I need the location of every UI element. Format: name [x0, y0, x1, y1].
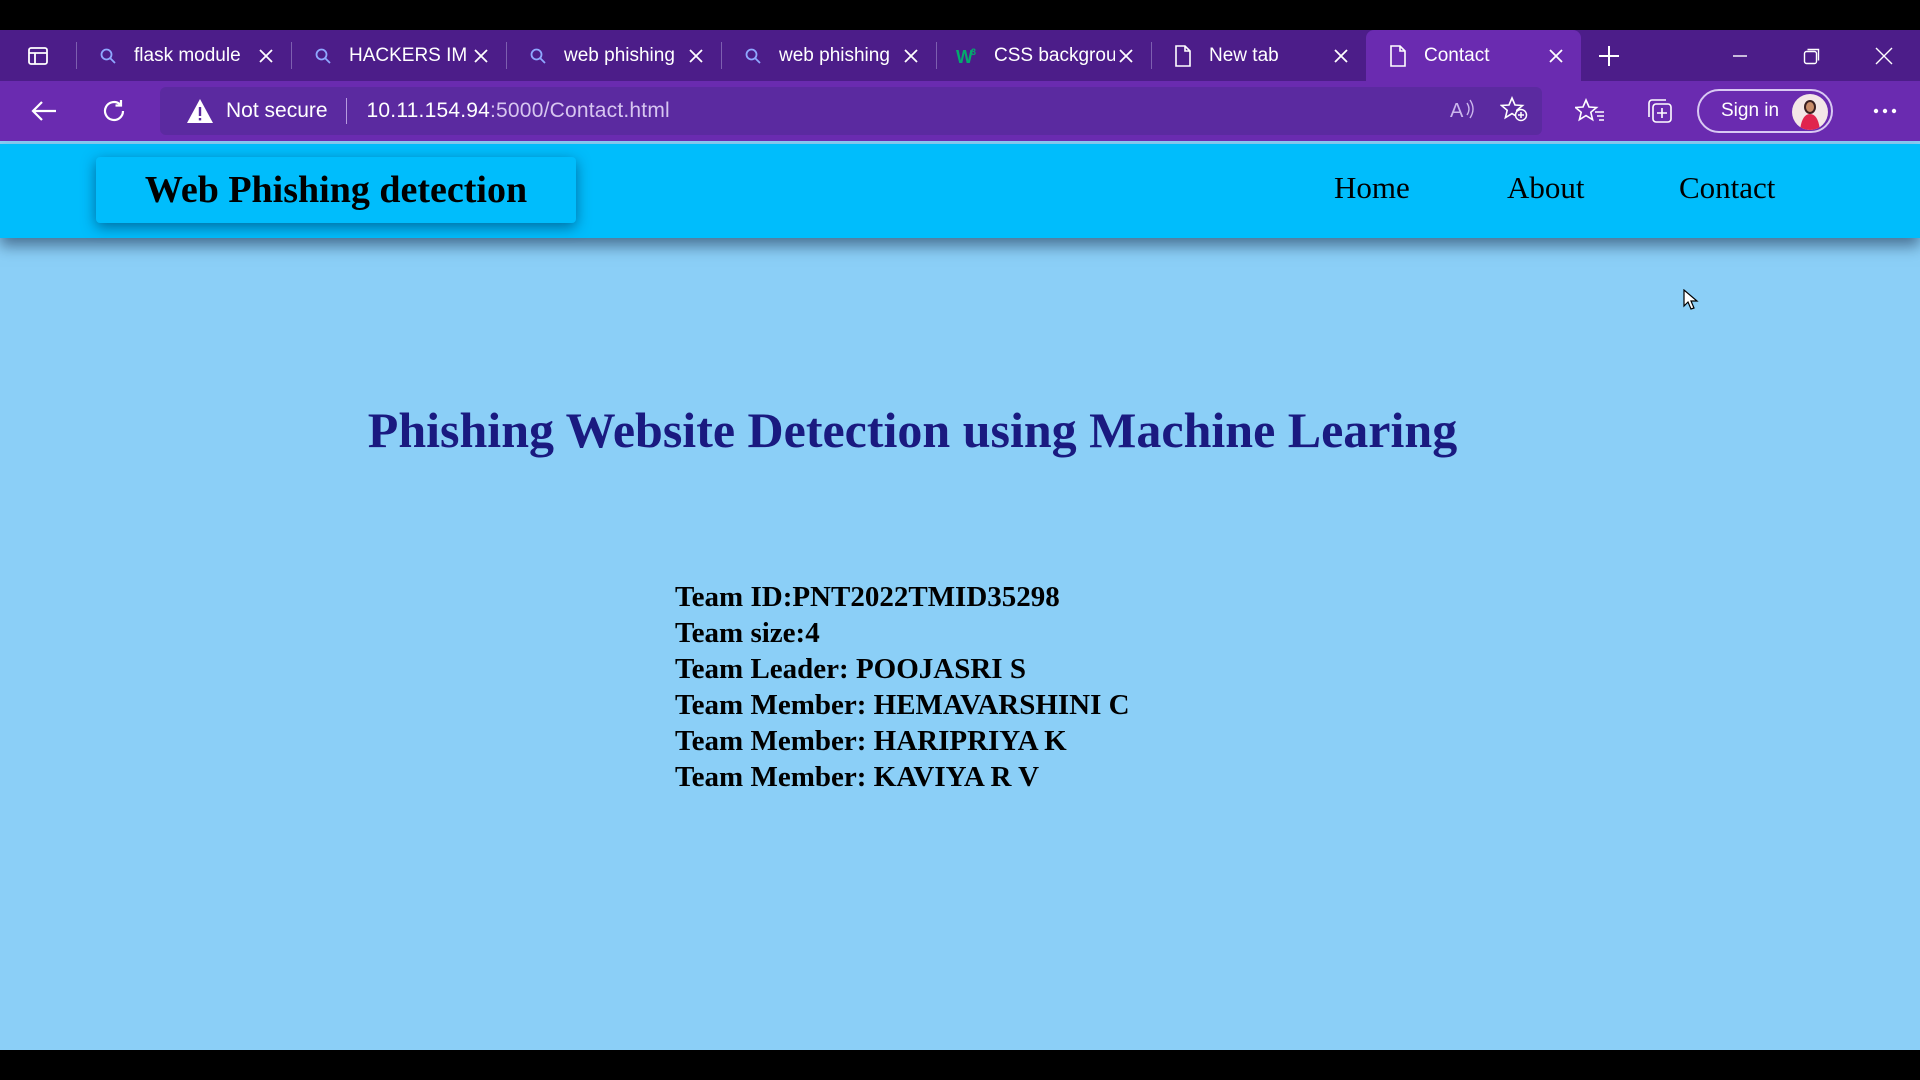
team-member: Team Member: HEMAVARSHINI C [675, 689, 1130, 721]
tab-title: web phishing [564, 44, 675, 66]
add-favorite-icon[interactable] [1499, 95, 1528, 127]
plus-icon [1599, 45, 1619, 66]
tab-contact[interactable]: Contact [1366, 30, 1581, 81]
collections-button[interactable] [1625, 81, 1695, 141]
url-path[interactable]: :5000/Contact.html [490, 99, 670, 123]
collections-icon [1648, 99, 1672, 123]
tab-new-tab[interactable]: New tab [1151, 30, 1366, 81]
tab-web-phishing-2[interactable]: web phishing [721, 30, 936, 81]
team-member: Team Member: HARIPRIYA K [675, 725, 1067, 757]
page-icon [1171, 44, 1195, 68]
team-leader: Team Leader: POOJASRI S [675, 653, 1026, 685]
nav-home-link[interactable]: Home [1334, 170, 1410, 206]
page-title: Phishing Website Detection using Machine… [367, 402, 1458, 458]
tab-title: Contact [1424, 44, 1490, 66]
tab-title: web phishing [779, 44, 890, 66]
new-tab-button[interactable] [1581, 30, 1637, 81]
tab-title: New tab [1209, 44, 1279, 66]
tab-strip: flask module HACKERS IM web phishing web… [0, 30, 1920, 81]
search-icon [311, 44, 335, 68]
close-icon [1875, 47, 1893, 64]
tab-actions-icon [28, 46, 48, 65]
close-tab-icon[interactable] [1330, 45, 1352, 67]
tab-title: flask module [134, 44, 241, 66]
close-tab-icon[interactable] [255, 45, 277, 67]
nav-about-link[interactable]: About [1507, 170, 1585, 206]
minimize-icon [1733, 54, 1747, 57]
close-tab-icon[interactable] [1545, 45, 1567, 67]
tab-actions-button[interactable] [0, 30, 76, 81]
warning-icon[interactable] [186, 97, 214, 125]
favorites-button[interactable] [1555, 81, 1625, 141]
nav-contact-link[interactable]: Contact [1679, 170, 1775, 206]
favorites-icon [1575, 98, 1604, 122]
browser-window: flask module HACKERS IM web phishing web… [0, 0, 1920, 1080]
read-aloud-icon[interactable]: A [1450, 97, 1476, 126]
w3schools-icon: W3 [956, 44, 980, 68]
refresh-icon [103, 100, 125, 122]
close-tab-icon[interactable] [1115, 45, 1137, 67]
search-icon [96, 44, 120, 68]
close-tab-icon[interactable] [900, 45, 922, 67]
url-host[interactable]: 10.11.154.94 [367, 99, 490, 123]
more-icon [1873, 108, 1897, 114]
tab-title: HACKERS IM [349, 44, 468, 66]
close-tab-icon[interactable] [685, 45, 707, 67]
team-member: Team Member: KAVIYA R V [675, 761, 1040, 793]
svg-text:A: A [1450, 100, 1464, 121]
close-tab-icon[interactable] [470, 45, 492, 67]
web-page: Web Phishing detection Home About Contac… [0, 141, 1920, 1050]
site-brand[interactable]: Web Phishing detection [96, 157, 576, 223]
sign-in-button[interactable]: Sign in [1697, 89, 1833, 133]
security-label[interactable]: Not secure [226, 99, 328, 123]
address-bar-actions: A [1450, 87, 1528, 135]
address-bar[interactable]: Not secure 10.11.154.94:5000/Contact.htm… [160, 87, 1542, 135]
avatar [1792, 94, 1828, 130]
window-controls [1704, 30, 1920, 81]
svg-text:3: 3 [971, 47, 976, 57]
more-menu-button[interactable] [1855, 81, 1915, 141]
tab-web-phishing-1[interactable]: web phishing [506, 30, 721, 81]
restore-icon [1803, 48, 1820, 64]
tab-hackers[interactable]: HACKERS IM [291, 30, 506, 81]
back-button[interactable] [9, 81, 79, 141]
tab-css-background[interactable]: W3 CSS backgrou [936, 30, 1151, 81]
address-divider [345, 98, 347, 124]
close-window-button[interactable] [1848, 30, 1920, 81]
back-arrow-icon [31, 101, 56, 121]
browser-toolbar: Not secure 10.11.154.94:5000/Contact.htm… [0, 81, 1920, 141]
toolbar-right [1555, 81, 1695, 141]
tab-flask-module[interactable]: flask module [76, 30, 291, 81]
search-icon [741, 44, 765, 68]
team-info: Team ID:PNT2022TMID35298 Team size:4 Tea… [675, 579, 1130, 795]
tab-title: CSS backgrou [994, 44, 1115, 66]
team-id: Team ID:PNT2022TMID35298 [675, 581, 1060, 613]
page-icon [1386, 44, 1410, 68]
restore-button[interactable] [1776, 30, 1848, 81]
site-navbar: Web Phishing detection Home About Contac… [0, 144, 1920, 238]
team-size: Team size:4 [675, 617, 820, 649]
mouse-cursor-icon [1683, 288, 1699, 316]
sign-in-label: Sign in [1721, 100, 1780, 121]
minimize-button[interactable] [1704, 30, 1776, 81]
refresh-button[interactable] [79, 81, 149, 141]
search-icon [526, 44, 550, 68]
